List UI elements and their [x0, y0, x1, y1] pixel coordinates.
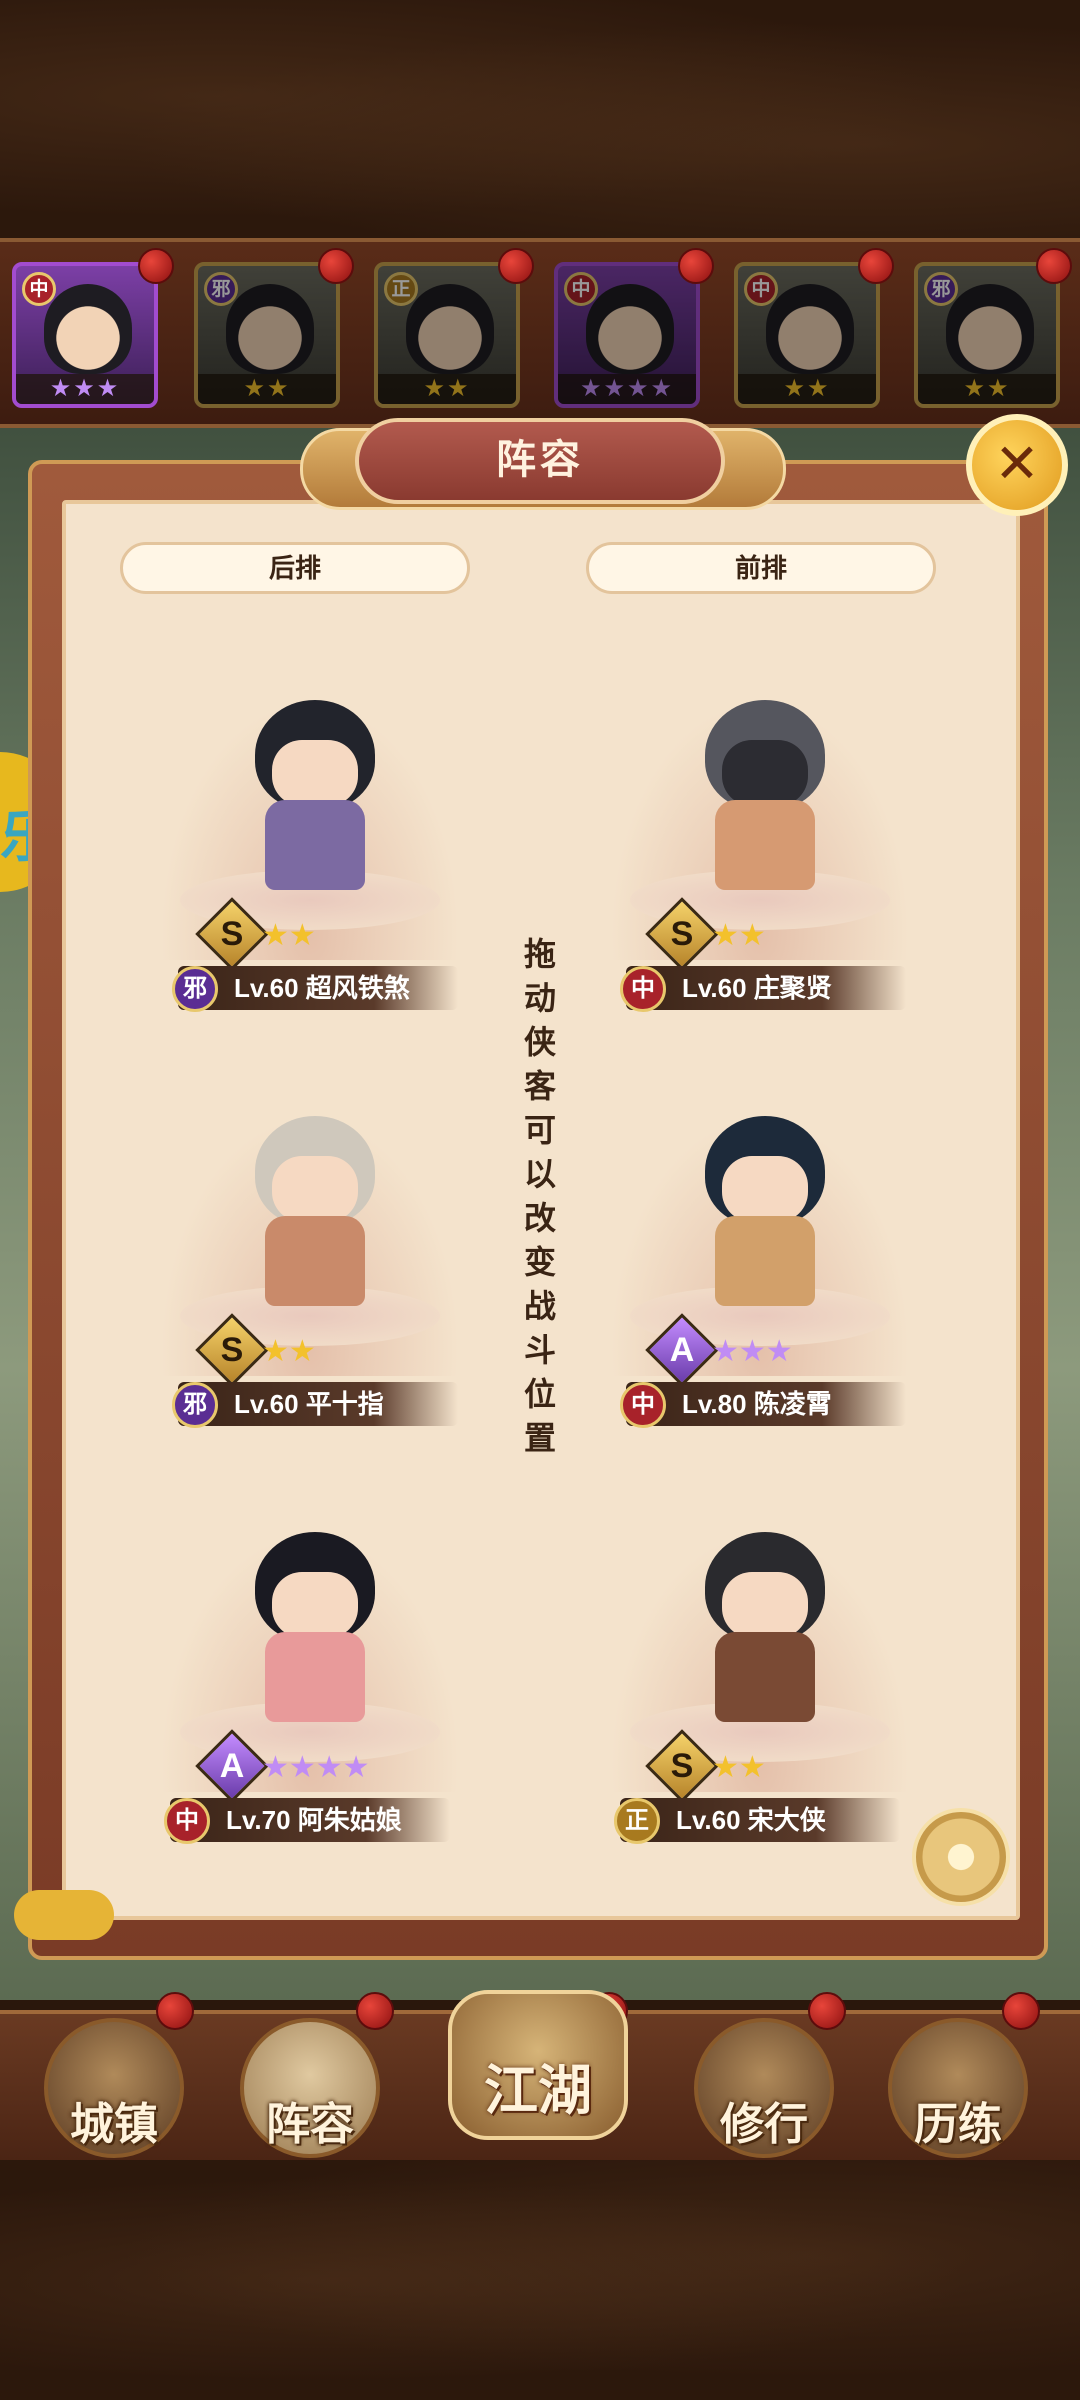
- faction-badge: 中: [22, 272, 56, 306]
- faction-badge: 中: [564, 272, 598, 306]
- star-rating: ★★: [918, 374, 1056, 404]
- hero-face: [272, 740, 358, 806]
- roster-card[interactable]: 正 ★★: [374, 262, 520, 408]
- hero-portrait: [946, 284, 1034, 374]
- red-dot-icon: [678, 248, 714, 284]
- star-rating: ★★: [378, 374, 516, 404]
- hero-figure[interactable]: [240, 1532, 390, 1732]
- faction-badge: 邪: [172, 1382, 218, 1428]
- close-button[interactable]: ✕: [966, 414, 1068, 516]
- bottom-background: [0, 2160, 1080, 2400]
- cloud-ornament-icon: [14, 1890, 114, 1940]
- hero-name: Lv.60 庄聚贤: [682, 973, 832, 1003]
- hero-name: Lv.60 平十指: [234, 1389, 384, 1419]
- roster-card[interactable]: 中 ★★★★: [554, 262, 700, 408]
- hero-name: Lv.60 超风铁煞: [234, 973, 410, 1003]
- star-rating: ★★: [712, 1751, 766, 1784]
- hero-name-bar: 正 Lv.60 宋大侠: [614, 1798, 900, 1844]
- hero-name: Lv.60 宋大侠: [676, 1805, 826, 1835]
- faction-badge: 中: [620, 966, 666, 1012]
- hero-figure[interactable]: [690, 1532, 840, 1732]
- hero-name-bar: 中 Lv.70 阿朱姑娘: [164, 1798, 450, 1844]
- nav-jianghu-label: 江湖: [484, 2061, 592, 2121]
- hero-body: [715, 1216, 815, 1306]
- hero-slot-back-2[interactable]: S ★★ 邪 Lv.60 平十指: [140, 1096, 480, 1428]
- roster-card[interactable]: 邪 ★★: [194, 262, 340, 408]
- faction-badge: 邪: [172, 966, 218, 1012]
- hero-slot-back-1[interactable]: S ★★ 邪 Lv.60 超风铁煞: [140, 680, 480, 1012]
- red-dot-icon: [1036, 248, 1072, 284]
- hero-portrait: [586, 284, 674, 374]
- roster-card[interactable]: 中 ★★: [734, 262, 880, 408]
- hero-figure[interactable]: [240, 1116, 390, 1316]
- red-dot-icon: [356, 1992, 394, 2030]
- hero-body: [715, 1632, 815, 1722]
- star-rating: ★★: [262, 1335, 316, 1368]
- red-dot-icon: [138, 248, 174, 284]
- faction-badge: 正: [384, 272, 418, 306]
- red-dot-icon: [498, 248, 534, 284]
- star-rating: ★★: [262, 919, 316, 952]
- hero-portrait: [766, 284, 854, 374]
- hero-name-bar: 邪 Lv.60 平十指: [172, 1382, 458, 1428]
- star-rating: ★★: [738, 374, 876, 404]
- hero-body: [715, 800, 815, 890]
- star-rating: ★★★: [712, 1335, 793, 1368]
- faction-badge: 中: [744, 272, 778, 306]
- nav-lineup-label: 阵容: [266, 2100, 354, 2149]
- hero-name: Lv.70 阿朱姑娘: [226, 1805, 402, 1835]
- hero-body: [265, 800, 365, 890]
- close-icon: ✕: [994, 434, 1040, 494]
- hero-figure[interactable]: [240, 700, 390, 900]
- roster-card[interactable]: 中 ★★★: [12, 262, 158, 408]
- front-row-label: 前排: [586, 542, 936, 594]
- hero-portrait: [226, 284, 314, 374]
- hero-body: [265, 1216, 365, 1306]
- star-rating: ★★★★: [262, 1751, 370, 1784]
- faction-badge: 邪: [924, 272, 958, 306]
- hero-figure[interactable]: [690, 1116, 840, 1316]
- nav-cultivate-label: 修行: [720, 2100, 808, 2149]
- hero-name: Lv.80 陈凌霄: [682, 1389, 832, 1419]
- hero-roster-strip[interactable]: 中 ★★★ 邪 ★★ 正 ★★ 中 ★★★★ 中 ★★ 邪 ★★: [0, 238, 1080, 428]
- nav-training-label: 历练: [914, 2100, 1002, 2149]
- faction-badge: 中: [620, 1382, 666, 1428]
- drag-hint-text: 拖动侠客可以改变战斗位置: [523, 936, 556, 1456]
- hero-face: [722, 740, 808, 806]
- nav-town-label: 城镇: [70, 2100, 158, 2149]
- star-rating: ★★★★: [558, 374, 696, 404]
- red-dot-icon: [808, 1992, 846, 2030]
- flower-menu-button[interactable]: [912, 1808, 1010, 1906]
- roster-card[interactable]: 邪 ★★: [914, 262, 1060, 408]
- hero-body: [265, 1632, 365, 1722]
- faction-badge: 邪: [204, 272, 238, 306]
- star-rating: ★★: [198, 374, 336, 404]
- hero-name-bar: 中 Lv.60 庄聚贤: [620, 966, 906, 1012]
- star-rating: ★★★: [16, 374, 154, 404]
- hero-face: [272, 1572, 358, 1638]
- hero-face: [722, 1572, 808, 1638]
- panel-title: 阵容: [355, 418, 725, 504]
- faction-badge: 中: [164, 1798, 210, 1844]
- hero-face: [722, 1156, 808, 1222]
- hero-slot-front-1[interactable]: S ★★ 中 Lv.60 庄聚贤: [590, 680, 930, 1012]
- star-rating: ★★: [712, 919, 766, 952]
- red-dot-icon: [1002, 1992, 1040, 2030]
- faction-badge: 正: [614, 1798, 660, 1844]
- red-dot-icon: [156, 1992, 194, 2030]
- top-background: [0, 0, 1080, 240]
- back-row-label: 后排: [120, 542, 470, 594]
- hero-figure[interactable]: [690, 700, 840, 900]
- hero-name-bar: 中 Lv.80 陈凌霄: [620, 1382, 906, 1428]
- hero-slot-back-3[interactable]: A ★★★★ 中 Lv.70 阿朱姑娘: [140, 1512, 480, 1844]
- hero-face: [272, 1156, 358, 1222]
- hero-slot-front-3[interactable]: S ★★ 正 Lv.60 宋大侠: [590, 1512, 930, 1844]
- hero-portrait: [44, 284, 132, 374]
- red-dot-icon: [318, 248, 354, 284]
- red-dot-icon: [858, 248, 894, 284]
- hero-name-bar: 邪 Lv.60 超风铁煞: [172, 966, 458, 1012]
- hero-portrait: [406, 284, 494, 374]
- hero-slot-front-2[interactable]: A ★★★ 中 Lv.80 陈凌霄: [590, 1096, 930, 1428]
